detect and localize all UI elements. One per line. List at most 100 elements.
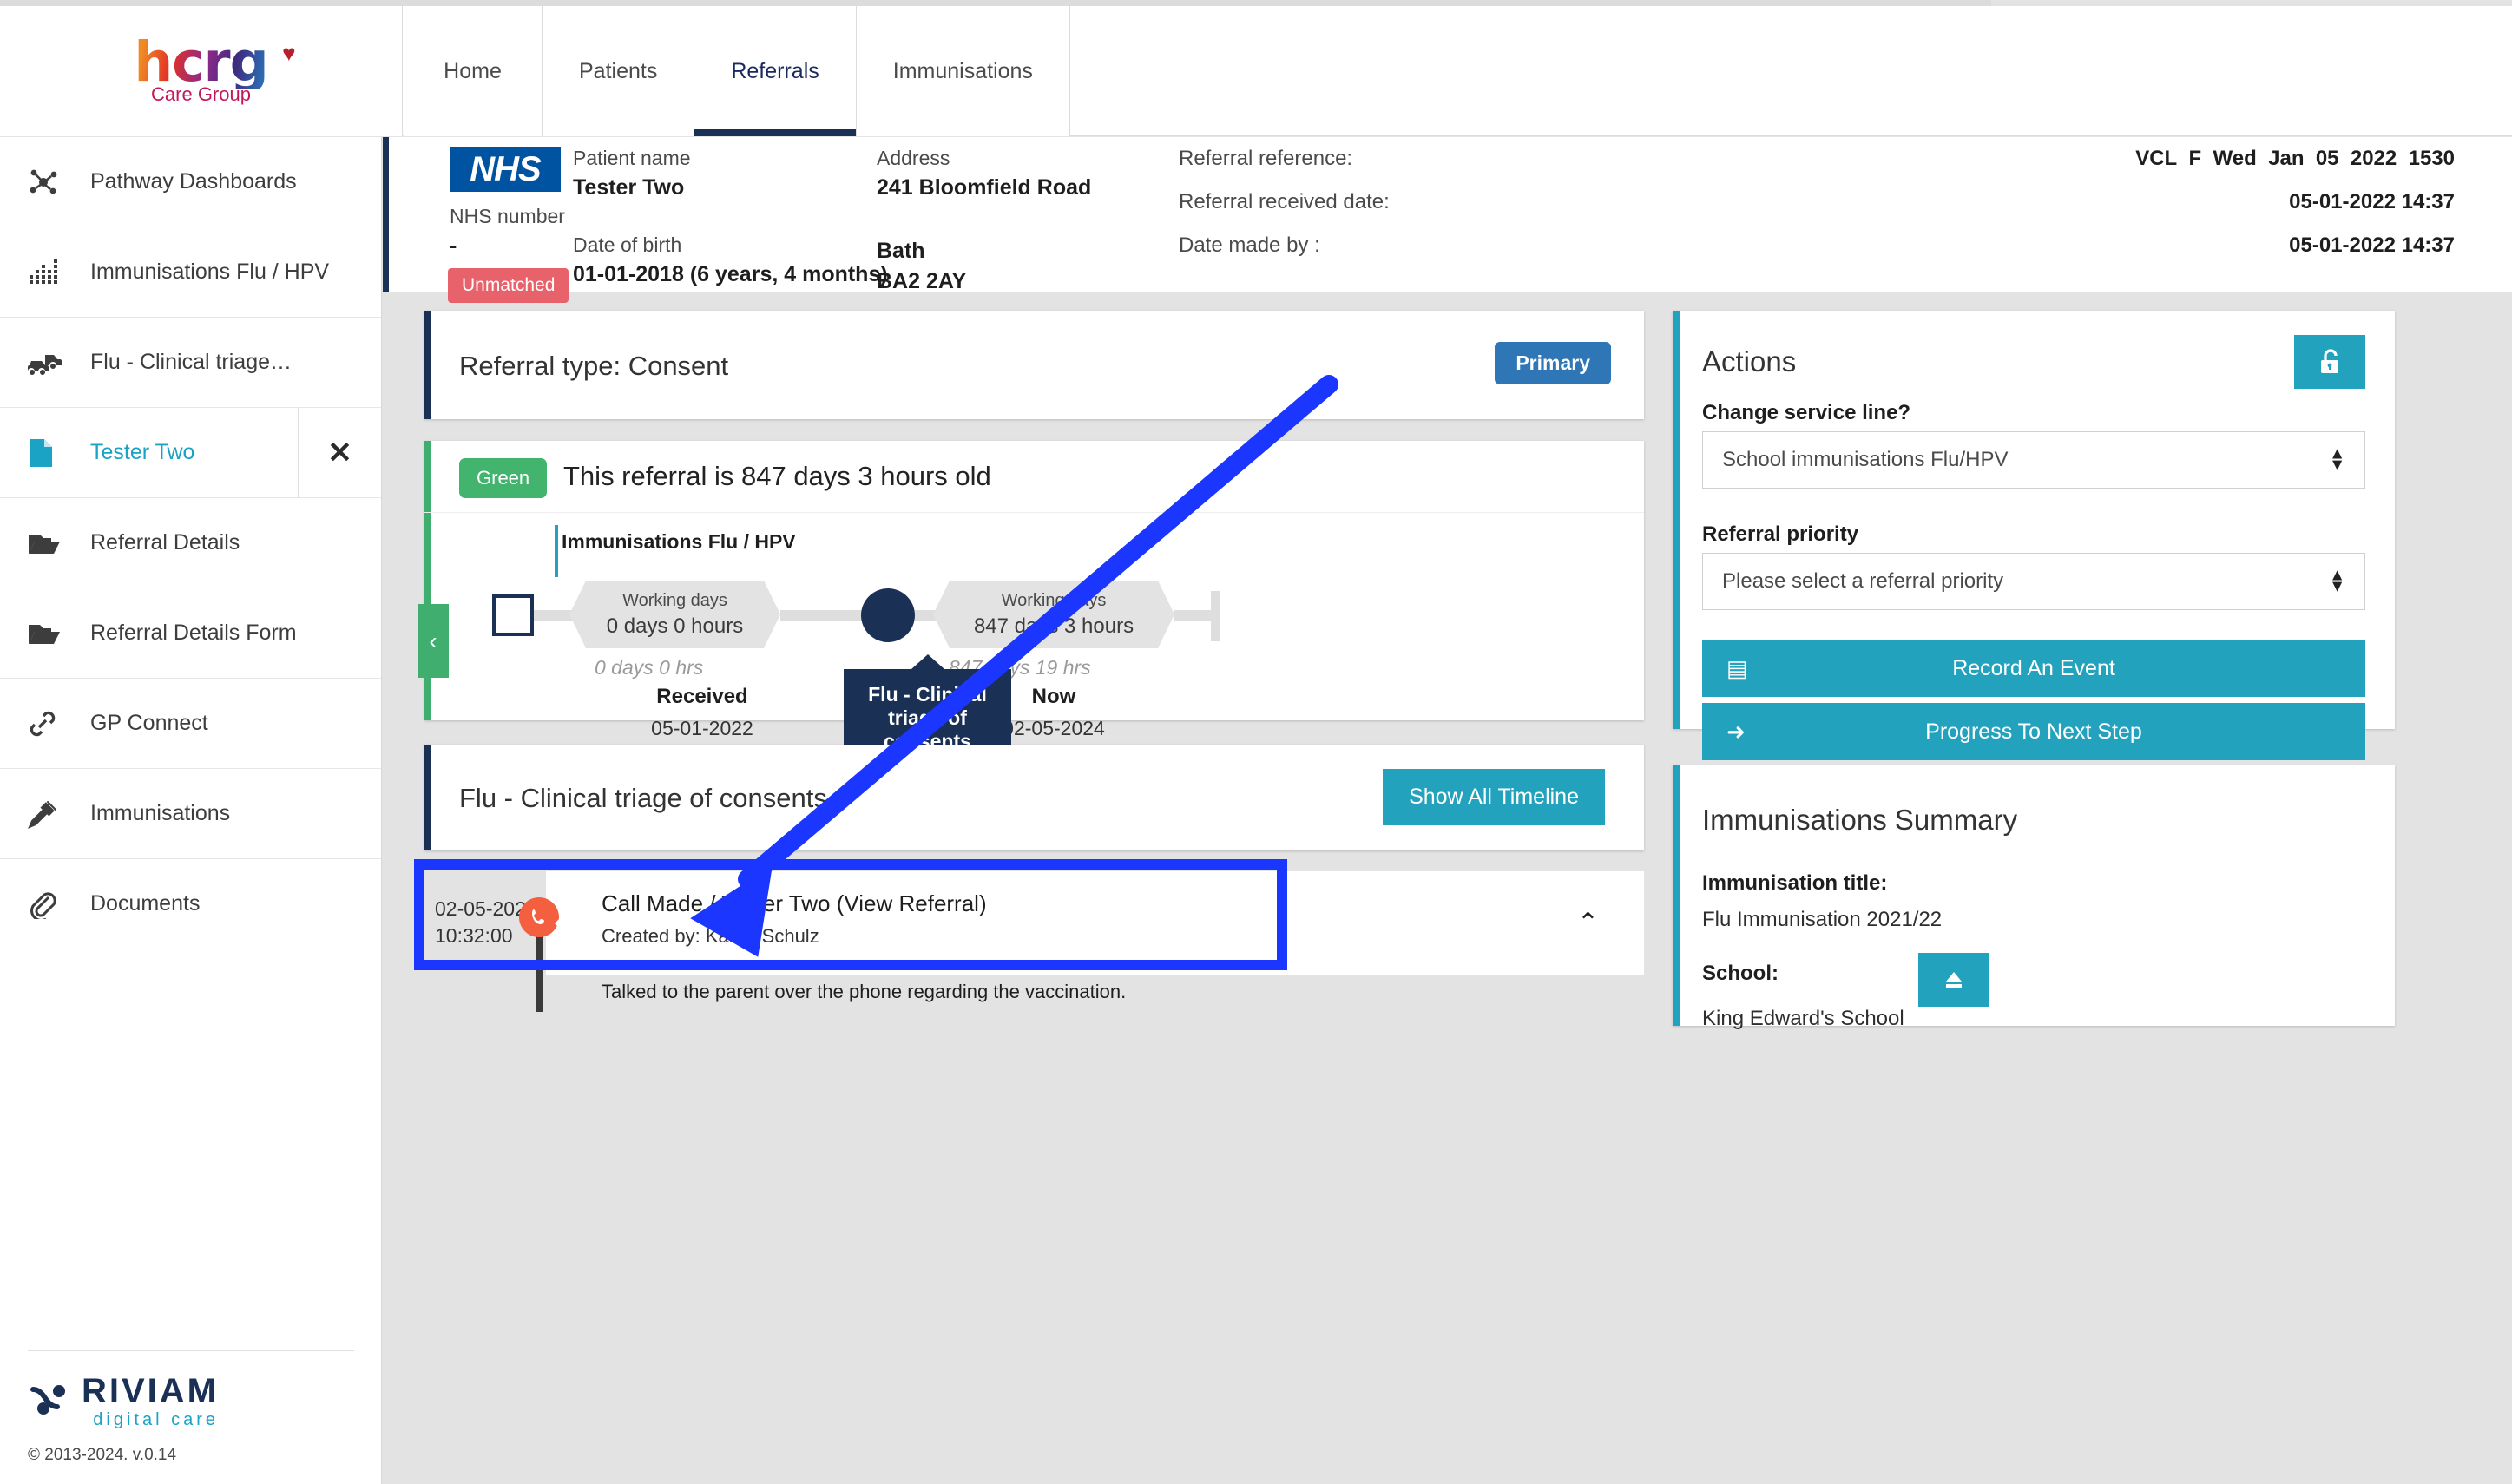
riviam-tagline: digital care: [82, 1411, 219, 1428]
heart-icon: ♥: [282, 42, 295, 64]
dob-value: 01-01-2018 (6 years, 4 months): [573, 262, 888, 287]
document-icon: [28, 436, 75, 470]
timeline-segment-1: Working days 0 days 0 hours: [586, 581, 764, 648]
timeline-header: Green This referral is 847 days 3 hours …: [424, 441, 1644, 513]
date-made-by-value: 05-01-2022 14:37: [2289, 233, 2455, 258]
segment-value: 847 days 3 hours: [974, 614, 1134, 639]
triage-card: Flu - Clinical triage of consents Show A…: [424, 745, 1644, 850]
tooltip-title: Flu - Clinical triage of consents: [852, 683, 1003, 753]
sidebar-item-referral-details-form[interactable]: Referral Details Form: [0, 588, 381, 679]
status-badge: Unmatched: [448, 268, 569, 303]
address-label: Address: [877, 147, 1091, 170]
timeline-start-marker: [492, 594, 534, 636]
sidebar-item-label: Referral Details: [90, 530, 240, 555]
sidebar-item-immunisations[interactable]: Immunisations: [0, 769, 381, 859]
folder-open-icon: [28, 616, 75, 651]
sidebar-item-label: Referral Details Form: [90, 621, 297, 646]
date-made-by-label: Date made by :: [1179, 233, 1320, 258]
clipboard-icon: ▤: [1726, 655, 1748, 682]
progress-to-next-step-button[interactable]: ➜ Progress To Next Step: [1702, 703, 2365, 760]
app-root: hcrg ♥ Care Group Home Patients Referral…: [0, 0, 2512, 1484]
nhs-logo: NHS: [450, 147, 561, 192]
sidebar-item-pathway-dashboards[interactable]: Pathway Dashboards: [0, 137, 381, 227]
syringe-icon: [28, 797, 75, 831]
triage-title: Flu - Clinical triage of consents: [459, 783, 827, 814]
address-city: Bath: [877, 239, 966, 264]
cars-icon: [28, 345, 75, 380]
show-all-timeline-button[interactable]: Show All Timeline: [1383, 769, 1605, 825]
school-value: King Edward's School: [1702, 1007, 1904, 1031]
primary-badge[interactable]: Primary: [1495, 342, 1611, 384]
sidebar-item-label: Immunisations Flu / HPV: [90, 259, 329, 285]
referral-age-text: This referral is 847 days 3 hours old: [563, 461, 991, 492]
timeline-track: Working days 0 days 0 hours Working days…: [424, 591, 1644, 643]
sidebar-item-tester-two[interactable]: Tester Two ✕: [0, 408, 381, 498]
riviam-mark-icon: [30, 1382, 71, 1421]
bar-chart-icon: [28, 255, 75, 290]
arrow-right-icon: ➜: [1726, 719, 1746, 745]
immunisation-title-value: Flu Immunisation 2021/22: [1702, 908, 1942, 932]
sidebar-item-referral-details[interactable]: Referral Details: [0, 498, 381, 588]
tab-home[interactable]: Home: [404, 6, 543, 136]
event-title[interactable]: Call Made / Tester Two (View Referral): [602, 890, 1644, 917]
milestone-title: Received: [624, 685, 780, 709]
rag-status-badge: Green: [459, 458, 547, 498]
immunisation-title-label: Immunisation title:: [1702, 871, 1887, 896]
record-an-event-button[interactable]: ▤ Record An Event: [1702, 640, 2365, 697]
sidebar-item-flu-clinical-triage[interactable]: Flu - Clinical triage…: [0, 318, 381, 408]
sidebar: Pathway Dashboards Immunisations Flu / H…: [0, 137, 382, 1484]
actions-title: Actions: [1702, 345, 1796, 378]
event-note: Talked to the parent over the phone rega…: [602, 981, 1644, 1003]
brand-logo[interactable]: hcrg ♥ Care Group: [0, 6, 403, 136]
sidebar-item-gp-connect[interactable]: GP Connect: [0, 679, 381, 769]
school-label: School:: [1702, 962, 1779, 986]
unlock-icon[interactable]: [2294, 335, 2365, 389]
sidebar-item-label: Pathway Dashboards: [90, 169, 297, 194]
segment-1-elapsed: 0 days 0 hrs: [595, 656, 703, 680]
nhs-number-value: -: [450, 233, 565, 259]
immunisations-summary-title: Immunisations Summary: [1702, 804, 2017, 837]
paperclip-icon: [28, 887, 75, 922]
service-line-label: Change service line?: [1702, 401, 1910, 425]
pathway-accent-bar: [555, 525, 558, 577]
referral-meta-row: Referral received date: 05-01-2022 14:37: [1179, 190, 2455, 214]
timeline-event-row[interactable]: 02-05-2024 10:32:00 Call Made / Tester T…: [424, 871, 1644, 975]
priority-label: Referral priority: [1702, 522, 1858, 547]
close-icon[interactable]: ✕: [298, 408, 381, 498]
sidebar-item-documents[interactable]: Documents: [0, 859, 381, 949]
patient-name-label: Patient name: [573, 147, 691, 170]
address-line1: 241 Bloomfield Road: [877, 175, 1091, 200]
priority-value: Please select a referral priority: [1722, 569, 2003, 594]
riviam-name: RIVIAM: [82, 1372, 219, 1410]
segment-value: 0 days 0 hours: [607, 614, 743, 639]
segment-caption: Working days: [1002, 591, 1107, 611]
phone-icon: [519, 897, 559, 937]
footer-divider: [28, 1350, 354, 1351]
referral-meta-block: Referral reference: VCL_F_Wed_Jan_05_202…: [1179, 147, 2455, 277]
link-icon: [28, 706, 75, 741]
referral-reference-label: Referral reference:: [1179, 147, 1352, 171]
tab-immunisations[interactable]: Immunisations: [857, 6, 1070, 136]
pathway-label: Immunisations Flu / HPV: [562, 530, 796, 554]
chevron-up-icon[interactable]: ⌃: [1577, 908, 1599, 938]
main-navigation: Home Patients Referrals Immunisations: [404, 6, 1070, 136]
priority-select[interactable]: Please select a referral priority ▲▼: [1702, 553, 2365, 610]
event-created-by: Created by: Karen Schulz: [602, 925, 1644, 948]
referral-type-card: Referral type: Consent Primary: [424, 311, 1644, 419]
sidebar-footer: RIVIAM digital care © 2013-2024. v.0.14: [0, 1350, 382, 1484]
timeline-current-marker: [861, 588, 915, 642]
sidebar-item-label: GP Connect: [90, 711, 208, 736]
sidebar-item-label: Immunisations: [90, 801, 230, 826]
sidebar-item-label: Documents: [90, 891, 200, 916]
timeline-connector: [1174, 610, 1214, 621]
sidebar-item-immunisations-flu-hpv[interactable]: Immunisations Flu / HPV: [0, 227, 381, 318]
tab-referrals[interactable]: Referrals: [694, 6, 856, 136]
address-postcode: BA2 2AY: [877, 269, 966, 294]
referral-meta-row: Date made by : 05-01-2022 14:37: [1179, 233, 2455, 258]
eject-icon[interactable]: [1918, 953, 1989, 1007]
service-line-select[interactable]: School immunisations Flu/HPV ▲▼: [1702, 431, 2365, 489]
tab-patients[interactable]: Patients: [543, 6, 694, 136]
button-label: Progress To Next Step: [1925, 719, 2142, 745]
immunisations-summary-panel: Immunisations Summary Immunisation title…: [1673, 765, 2395, 1026]
service-line-value: School immunisations Flu/HPV: [1722, 448, 2008, 472]
